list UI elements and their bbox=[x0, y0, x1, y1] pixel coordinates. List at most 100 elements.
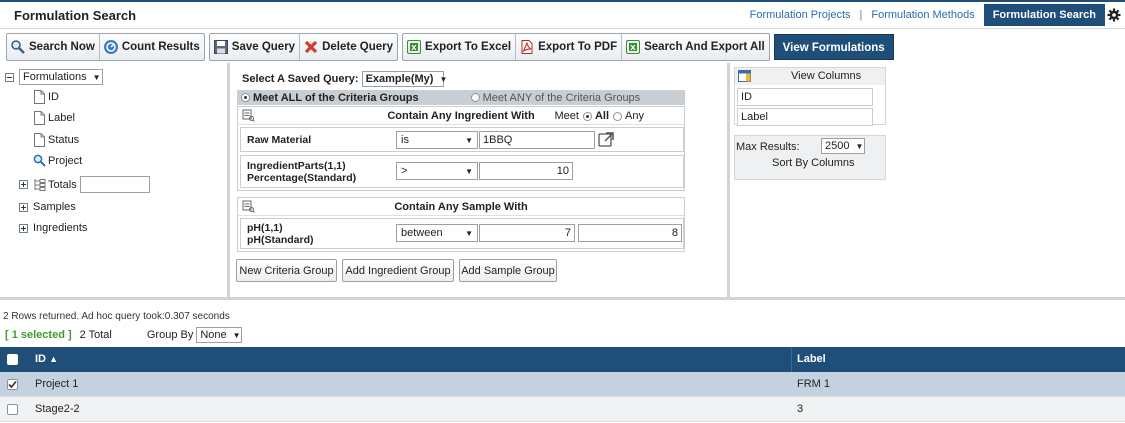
column-divider bbox=[791, 347, 792, 372]
criteria-row-ingredient-parts: IngredientParts(1,1) Percentage(Standard… bbox=[240, 155, 684, 188]
criteria-operator-select[interactable]: > ▼ bbox=[396, 162, 478, 180]
view-column-item[interactable]: ID bbox=[737, 88, 873, 106]
save-query-label: Save Query bbox=[231, 41, 296, 53]
svg-text:X: X bbox=[411, 44, 417, 52]
meet-any-ingredient-radio[interactable] bbox=[613, 111, 623, 121]
table-row[interactable]: Stage2-2 3 bbox=[0, 397, 1125, 422]
search-export-all-label: Search And Export All bbox=[644, 41, 765, 53]
nav-formulation-search[interactable]: Formulation Search bbox=[983, 4, 1105, 26]
sort-by-columns-label[interactable]: Sort By Columns bbox=[772, 157, 855, 169]
tree-item-totals[interactable]: Totals bbox=[19, 176, 150, 193]
criteria-field-label: IngredientParts(1,1) Percentage(Standard… bbox=[247, 160, 356, 184]
delete-query-button[interactable]: Delete Query bbox=[300, 34, 397, 60]
delete-icon bbox=[304, 40, 318, 54]
meet-any-ingredient-label: Any bbox=[625, 110, 644, 122]
expand-icon[interactable] bbox=[19, 180, 28, 189]
selected-count[interactable]: [ 1 selected ] bbox=[5, 329, 72, 341]
pdf-icon bbox=[521, 40, 533, 54]
criteria-field-line2: pH(Standard) bbox=[247, 234, 314, 246]
external-link-icon[interactable] bbox=[598, 131, 615, 148]
new-criteria-group-button[interactable]: New Criteria Group bbox=[236, 259, 337, 282]
search-export-all-button[interactable]: X Search And Export All bbox=[622, 34, 769, 60]
criteria-field-line1: IngredientParts(1,1) bbox=[247, 160, 346, 172]
results-table: ID ▲ Label Project 1 FRM 1 Stage2-2 3 bbox=[0, 347, 1125, 422]
criteria-operator-select[interactable]: between ▼ bbox=[396, 224, 478, 242]
tree-item-label[interactable]: Label bbox=[33, 111, 75, 125]
toolbar: Search Now Count Results Save Query Dele… bbox=[6, 33, 894, 61]
criteria-row-ph: pH(1,1) pH(Standard) between ▼ 7 8 bbox=[240, 218, 684, 249]
cell-id: Project 1 bbox=[35, 378, 79, 390]
column-header-id[interactable]: ID ▲ bbox=[35, 347, 58, 372]
nav-formulation-methods[interactable]: Formulation Methods bbox=[871, 9, 974, 21]
criteria-field-line2: Percentage(Standard) bbox=[247, 172, 357, 184]
row-checkbox[interactable] bbox=[7, 404, 18, 415]
query-button-group: Save Query Delete Query bbox=[208, 33, 399, 61]
ingredient-criteria-group: Contain Any Ingredient With Meet All Any… bbox=[237, 106, 685, 191]
column-header-label[interactable]: Label bbox=[797, 347, 826, 372]
select-all-checkbox[interactable] bbox=[7, 354, 18, 365]
save-query-button[interactable]: Save Query bbox=[210, 34, 301, 60]
nav-formulation-projects[interactable]: Formulation Projects bbox=[750, 9, 851, 21]
search-icon bbox=[11, 40, 25, 54]
criteria-operator-select[interactable]: is ▼ bbox=[396, 131, 478, 149]
add-sample-group-button[interactable]: Add Sample Group bbox=[459, 259, 557, 282]
export-excel-label: Export To Excel bbox=[425, 41, 512, 53]
criteria-value-input[interactable]: 1BBQ bbox=[479, 131, 595, 149]
tree-item-ingredients[interactable]: Ingredients bbox=[19, 222, 87, 234]
search-now-label: Search Now bbox=[29, 41, 95, 53]
view-column-item[interactable]: Label bbox=[737, 108, 873, 126]
export-excel-button[interactable]: X Export To Excel bbox=[403, 34, 517, 60]
view-columns-header: View Columns bbox=[735, 68, 885, 85]
ingredient-group-meet: Meet All Any bbox=[555, 110, 645, 122]
search-button-group: Search Now Count Results bbox=[6, 33, 205, 61]
group-by-value: None bbox=[200, 329, 227, 341]
chevron-down-icon: ▼ bbox=[465, 135, 473, 145]
app-header: Formulation Search Formulation Projects … bbox=[0, 2, 1125, 29]
tree-item-status[interactable]: Status bbox=[33, 133, 79, 147]
tree-item-project[interactable]: Project bbox=[33, 154, 82, 167]
criteria-value-to-input[interactable]: 8 bbox=[578, 224, 682, 242]
meet-all-ingredient-radio[interactable] bbox=[582, 111, 592, 121]
tree-item-ingredients-label: Ingredients bbox=[33, 222, 88, 234]
columns-icon[interactable] bbox=[738, 70, 751, 82]
expand-icon[interactable] bbox=[19, 202, 28, 212]
export-all-icon: X bbox=[626, 40, 641, 54]
saved-query-row: Select A Saved Query: Example(My) ▼ bbox=[242, 71, 448, 87]
add-ingredient-group-button[interactable]: Add Ingredient Group bbox=[342, 259, 454, 282]
page-title: Formulation Search bbox=[14, 8, 137, 23]
table-header: ID ▲ Label bbox=[0, 347, 1125, 372]
gear-icon[interactable] bbox=[1105, 4, 1123, 26]
chevron-down-icon: ▼ bbox=[439, 74, 448, 84]
tree-item-samples[interactable]: Samples bbox=[19, 201, 76, 213]
checkmark-icon bbox=[8, 380, 17, 389]
meet-criteria-bar: Meet ALL of the Criteria Groups Meet ANY… bbox=[237, 90, 685, 105]
criteria-value-input[interactable]: 10 bbox=[479, 162, 573, 180]
meet-all-radio[interactable] bbox=[241, 93, 250, 102]
document-icon bbox=[34, 111, 45, 125]
tree-item-id[interactable]: ID bbox=[33, 90, 59, 104]
expand-icon[interactable] bbox=[19, 223, 28, 233]
count-results-button[interactable]: Count Results bbox=[100, 34, 204, 60]
group-by-select[interactable]: None ▼ bbox=[196, 327, 243, 343]
export-pdf-button[interactable]: Export To PDF bbox=[516, 34, 623, 60]
search-now-button[interactable]: Search Now bbox=[7, 34, 100, 60]
view-columns-box: View Columns ID Label bbox=[734, 67, 886, 126]
max-results-select[interactable]: 2500 ▼ bbox=[821, 138, 865, 154]
criteria-field-label: pH(1,1) pH(Standard) bbox=[247, 222, 314, 246]
criteria-operator-value: > bbox=[401, 165, 408, 177]
top-nav: Formulation Projects | Formulation Metho… bbox=[750, 2, 1125, 28]
collapse-icon[interactable] bbox=[5, 72, 14, 82]
count-results-label: Count Results bbox=[121, 41, 200, 53]
meet-any-label: Meet ANY of the Criteria Groups bbox=[482, 91, 641, 104]
tree-item-label-label: Label bbox=[48, 112, 75, 124]
totals-input[interactable] bbox=[79, 176, 150, 193]
table-row[interactable]: Project 1 FRM 1 bbox=[0, 372, 1125, 397]
cell-label: 3 bbox=[797, 403, 804, 415]
root-entity-select[interactable]: Formulations ▼ bbox=[19, 69, 103, 85]
criteria-value-from-input[interactable]: 7 bbox=[479, 224, 575, 242]
meet-any-radio[interactable] bbox=[470, 93, 480, 102]
criteria-operator-value: is bbox=[401, 134, 409, 146]
saved-query-select[interactable]: Example(My) ▼ bbox=[361, 71, 448, 87]
row-checkbox[interactable] bbox=[7, 379, 18, 390]
view-formulations-button[interactable]: View Formulations bbox=[773, 34, 894, 60]
